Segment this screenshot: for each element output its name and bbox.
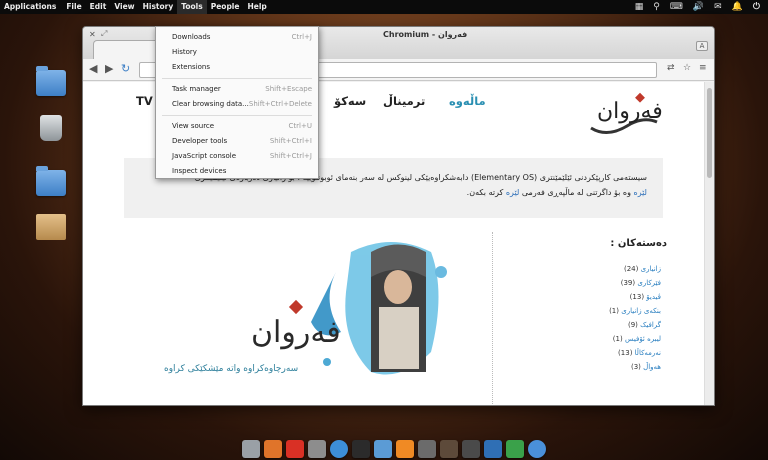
menu-item-developer-tools[interactable]: Developer tools Shift+Ctrl+I xyxy=(156,134,318,149)
volume-icon[interactable]: 🔊 xyxy=(693,0,704,14)
svg-text:فەروان: فەروان xyxy=(251,315,341,350)
list-item[interactable]: لیبرە ئۆفیس (1) xyxy=(609,332,661,346)
nav-tv[interactable]: TV xyxy=(136,94,153,108)
maximize-icon[interactable]: ⤢ xyxy=(101,29,107,39)
notifications-icon[interactable]: 🔔 xyxy=(732,0,743,14)
menu-separator xyxy=(162,115,312,116)
top-panel: Applications File Edit View History Tool… xyxy=(0,0,768,14)
page-scrollbar[interactable] xyxy=(704,82,714,405)
files-icon[interactable] xyxy=(242,440,260,458)
list-item[interactable]: گرافیک (9) xyxy=(609,318,661,332)
people-icon[interactable] xyxy=(418,440,436,458)
trash-icon[interactable] xyxy=(40,115,62,141)
hero-caption: سەرچاوەکراوە واتە مێشکێکی کراوە xyxy=(164,364,299,374)
section-dots: • • xyxy=(626,404,639,405)
list-item[interactable]: فێرکاری (39) xyxy=(609,276,661,290)
applications-menu[interactable]: Applications xyxy=(0,0,62,14)
menu-separator xyxy=(162,78,312,79)
menu-icon[interactable]: ≡ xyxy=(699,63,707,73)
terminal-icon[interactable] xyxy=(352,440,370,458)
calendar-icon[interactable]: ▦ xyxy=(635,0,644,14)
home-folder-icon[interactable] xyxy=(36,66,66,96)
writer-icon[interactable] xyxy=(484,440,502,458)
categories-title: دەستەکان : xyxy=(610,238,667,249)
video-icon[interactable] xyxy=(286,440,304,458)
scrollbar-thumb[interactable] xyxy=(707,88,712,178)
list-item[interactable]: زانیاری (24) xyxy=(609,262,661,276)
edit-menu[interactable]: Edit xyxy=(86,0,111,14)
view-menu[interactable]: View xyxy=(110,0,138,14)
menu-item-task-manager[interactable]: Task manager Shift+Escape xyxy=(156,82,318,97)
menu-item-history[interactable]: History xyxy=(156,45,318,60)
site-logo[interactable]: فەروان xyxy=(583,88,665,140)
people-menu[interactable]: People xyxy=(207,0,244,14)
keyboard-icon[interactable]: ⌨ xyxy=(670,0,683,14)
nav-home[interactable]: ماڵەوە xyxy=(449,94,486,108)
system-tray: ▦ ⚲ ⌨ 🔊 ✉ 🔔 ⏻ xyxy=(635,0,760,14)
hero-banner: فەروان xyxy=(251,242,447,375)
file-menu[interactable]: File xyxy=(62,0,85,14)
list-item[interactable]: نەرمەکاڵا (13) xyxy=(609,346,661,360)
search-icon[interactable]: ⚲ xyxy=(653,0,660,14)
power-icon[interactable]: ⏻ xyxy=(753,0,760,14)
intro-link-1[interactable]: لێرە xyxy=(634,188,647,197)
menu-item-clear-browsing-data[interactable]: Clear browsing data... Shift+Ctrl+Delete xyxy=(156,97,318,112)
back-icon[interactable]: ◀ xyxy=(89,63,97,75)
menu-item-javascript-console[interactable]: JavaScript console Shift+Ctrl+J xyxy=(156,149,318,164)
list-item[interactable]: ڤیدیۆ (13) xyxy=(609,290,661,304)
rss-icon[interactable] xyxy=(396,440,414,458)
user-profile-button[interactable]: A xyxy=(696,41,708,51)
editor-icon[interactable] xyxy=(462,440,480,458)
folder-icon[interactable] xyxy=(36,166,66,196)
software-center-icon[interactable] xyxy=(264,440,282,458)
logo-text: فەروان xyxy=(597,99,663,124)
file-manager-icon[interactable] xyxy=(374,440,392,458)
help-menu[interactable]: Help xyxy=(243,0,270,14)
tools-dropdown-menu: Downloads Ctrl+J History Extensions Task … xyxy=(155,26,319,179)
list-item[interactable]: بنکەی زانیاری (1) xyxy=(609,304,661,318)
menu-item-extensions[interactable]: Extensions xyxy=(156,60,318,75)
close-icon[interactable]: ✕ xyxy=(89,30,96,39)
reload-icon[interactable]: ↻ xyxy=(121,63,130,75)
menu-item-downloads[interactable]: Downloads Ctrl+J xyxy=(156,30,318,45)
intro-link-2[interactable]: لێرە xyxy=(506,188,519,197)
forward-icon[interactable]: ▶ xyxy=(105,63,113,75)
chromium-icon[interactable] xyxy=(528,440,546,458)
spreadsheet-icon[interactable] xyxy=(506,440,524,458)
intro-line-2: لێرە وە بۆ داگرتنی لە ماڵپەڕی فەرمی لێرە… xyxy=(466,188,647,197)
photos-icon[interactable] xyxy=(440,440,458,458)
mail-icon[interactable]: ✉ xyxy=(714,0,722,14)
dock xyxy=(242,438,546,460)
menu-item-view-source[interactable]: View source Ctrl+U xyxy=(156,119,318,134)
nav-terminal[interactable]: ترمیناڵ xyxy=(383,94,425,108)
browser-icon[interactable] xyxy=(330,440,348,458)
bookmark-star-icon[interactable]: ☆ xyxy=(683,63,691,73)
nav-platform[interactable]: سەکۆ xyxy=(334,94,366,108)
calculator-icon[interactable] xyxy=(308,440,326,458)
translate-icon[interactable]: ⇄ xyxy=(667,63,675,73)
column-divider xyxy=(492,232,493,405)
list-item[interactable]: هەواڵ (3) xyxy=(609,360,661,374)
history-menu[interactable]: History xyxy=(139,0,178,14)
tools-menu[interactable]: Tools xyxy=(177,0,207,14)
package-icon[interactable] xyxy=(36,214,66,240)
window-title: Chromium - فەروان xyxy=(383,30,468,39)
categories-list: زانیاری (24) فێرکاری (39) ڤیدیۆ (13) بنک… xyxy=(609,262,661,374)
menu-item-inspect-devices[interactable]: Inspect devices xyxy=(156,164,318,179)
